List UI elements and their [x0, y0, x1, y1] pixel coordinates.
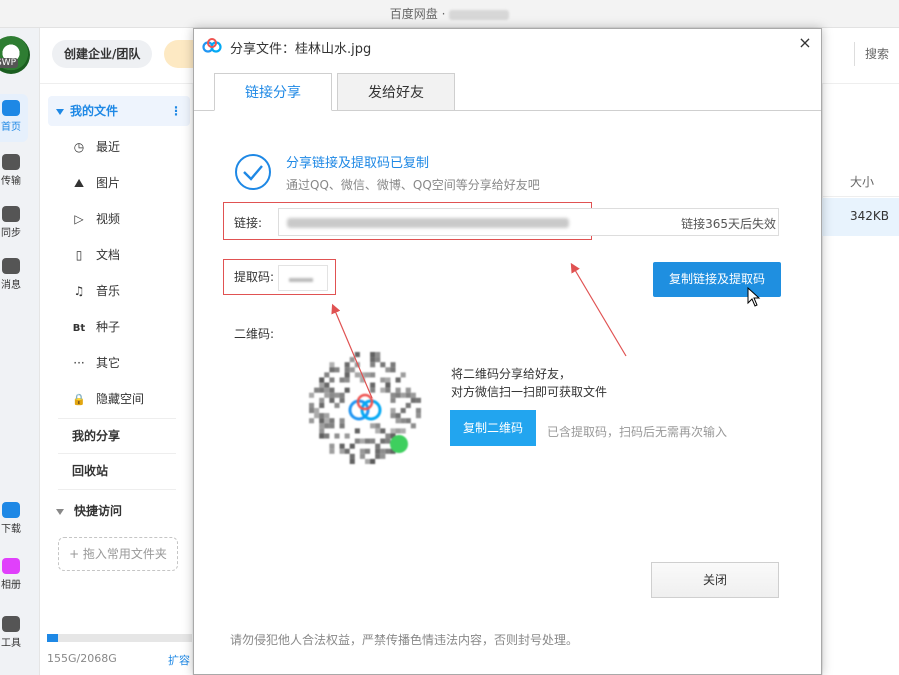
rail-item-transfer[interactable]: 传输 [0, 154, 28, 187]
sidebar-quick-access[interactable]: 快捷访问 [56, 497, 122, 525]
check-circle-icon [235, 154, 271, 190]
grid-icon [2, 616, 20, 632]
code-label: 提取码: [234, 270, 275, 284]
column-size-header[interactable]: 大小 [850, 173, 874, 190]
qr-note: 已含提取码，扫码后无需再次输入 [547, 425, 728, 439]
qr-label: 二维码: [234, 327, 275, 341]
sync-icon [2, 206, 20, 222]
create-enterprise-button[interactable]: 创建企业/团队 [52, 40, 153, 68]
success-title: 分享链接及提取码已复制 [286, 156, 430, 171]
sidebar-item-1[interactable]: ⛰ 图片 [72, 169, 192, 197]
success-subtitle: 通过QQ、微信、微博、QQ空间等分享给好友吧 [286, 178, 540, 192]
bt-icon: Bt [72, 323, 86, 334]
sidebar-item-label: 种子 [96, 320, 121, 334]
expand-storage-link[interactable]: 扩容 [168, 652, 190, 668]
search-button[interactable]: 搜索 [853, 42, 889, 66]
tab-send-friends[interactable]: 发给好友 [337, 73, 455, 111]
qr-tip-line2: 对方微信扫一扫即可获取文件 [451, 385, 608, 399]
rail-item-album[interactable]: 相册 [0, 558, 28, 591]
lock-icon: 🔒 [72, 393, 86, 406]
rail-item-home[interactable]: 首页 [0, 94, 28, 142]
home-icon [2, 100, 20, 116]
rail-item-sync[interactable]: 同步 [0, 206, 28, 239]
close-icon[interactable]: × [795, 33, 815, 53]
baidu-netdisk-logo-icon [202, 38, 222, 53]
avatar-tag: SWP [0, 58, 19, 68]
play-icon: ▷ [74, 212, 84, 226]
link-label: 链接: [234, 216, 263, 230]
sidebar-recycle[interactable]: 回收站 [72, 457, 108, 485]
rail-item-message[interactable]: 消息 [0, 258, 28, 291]
table-cell-size: 342KB [850, 209, 890, 223]
sidebar-item-label: 音乐 [96, 284, 121, 298]
sidebar-my-share[interactable]: 我的分享 [72, 422, 120, 450]
sidebar-item-label: 图片 [96, 176, 121, 190]
close-button[interactable]: 关闭 [651, 562, 779, 598]
sidebar-item-6[interactable]: ··· 其它 [72, 349, 192, 377]
divider [58, 489, 176, 490]
person-icon [2, 258, 20, 274]
sidebar-item-5[interactable]: Bt 种子 [72, 313, 192, 341]
storage-bar [47, 634, 192, 642]
sidebar-item-label: 最近 [96, 140, 121, 154]
rail-item-download[interactable]: 下载 [0, 502, 28, 535]
rail-item-tools[interactable]: 工具 [0, 616, 28, 649]
mouse-cursor-icon [747, 287, 761, 307]
caret-down-icon [56, 508, 64, 515]
caret-down-icon [56, 108, 64, 115]
extract-code-field[interactable] [278, 265, 328, 291]
copy-qr-button[interactable]: 复制二维码 [450, 410, 536, 446]
link-expire-text: 链接365天后失效 [681, 217, 776, 231]
album-icon [2, 558, 20, 574]
sidebar-item-label: 视频 [96, 212, 121, 226]
download-icon [2, 502, 20, 518]
sidebar-item-label: 文档 [96, 248, 121, 262]
sidebar-item-3[interactable]: ▯ 文档 [72, 241, 192, 269]
more-icon: ··· [73, 356, 85, 370]
more-icon[interactable]: ⋮ [170, 96, 182, 126]
qr-tip-line1: 将二维码分享给好友， [451, 367, 572, 381]
transfer-icon [2, 154, 20, 170]
share-link-field[interactable]: 链接365天后失效 [278, 208, 779, 236]
left-rail: SWP 首页 传输 同步 消息 下载 相册 工具 [0, 28, 40, 675]
drop-favorite-folder[interactable]: + 拖入常用文件夹 [58, 537, 178, 571]
qr-code [309, 352, 421, 464]
image-icon: ⛰ [73, 176, 85, 190]
document-icon: ▯ [75, 248, 83, 262]
window-titlebar: 百度网盘 · [0, 0, 899, 28]
sidebar-item-0[interactable]: ◷ 最近 [72, 133, 192, 161]
share-dialog: 分享文件：桂林山水.jpg × 链接分享 发给好友 分享链接及提取码已复制 通过… [193, 28, 822, 675]
storage-bar-fill [47, 634, 58, 642]
blurred-code [289, 278, 313, 282]
footer-note: 请勿侵犯他人合法权益，严禁传播色情违法内容，否则封号处理。 [230, 633, 579, 647]
window-title: 百度网盘 · [389, 7, 446, 21]
headphones-icon: ♫ [73, 284, 85, 298]
sidebar-item-7[interactable]: 🔒 隐藏空间 [72, 385, 192, 413]
sidebar-item-4[interactable]: ♫ 音乐 [72, 277, 192, 305]
divider [58, 453, 176, 454]
sidebar-item-2[interactable]: ▷ 视频 [72, 205, 192, 233]
divider [58, 418, 176, 419]
storage-text: 155G/2068G [47, 652, 117, 665]
dialog-title: 分享文件：桂林山水.jpg [230, 42, 372, 57]
tab-link-share[interactable]: 链接分享 [214, 73, 332, 111]
clock-icon: ◷ [73, 140, 85, 154]
blurred-username [449, 9, 510, 20]
dialog-header: 分享文件：桂林山水.jpg × [194, 29, 821, 63]
blurred-link [287, 218, 569, 228]
avatar[interactable] [0, 36, 30, 74]
sidebar-item-label: 其它 [96, 356, 121, 370]
sidebar-my-files[interactable]: 我的文件 ⋮ [48, 96, 190, 126]
sidebar-item-label: 隐藏空间 [96, 392, 145, 406]
copy-link-and-code-button[interactable]: 复制链接及提取码 [653, 262, 781, 297]
